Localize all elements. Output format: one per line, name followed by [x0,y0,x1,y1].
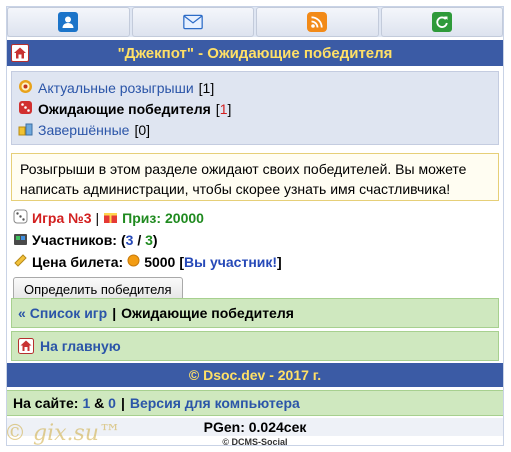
copyright-bar: © Dsoc.dev - 2017 г. [7,363,503,387]
prize-value: 20000 [165,210,204,226]
page-frame: "Джекпот" - Ожидающие победителя Актуаль… [6,6,504,447]
home-link[interactable]: На главную [40,338,121,354]
back-arrow-icon: « [18,305,26,321]
menu-item-label[interactable]: Актуальные розыгрыши [38,80,194,96]
engine-copyright: © DCMS-Social [222,436,288,447]
gift-icon [103,209,118,227]
coin-icon [127,254,140,270]
menu-item-label[interactable]: Завершённые [38,122,129,138]
prize-label: Приз: [122,210,161,226]
breadcrumb-current: Ожидающие победителя [121,305,294,321]
menu-item-count: [1] [198,79,215,96]
participants-icon [13,231,28,249]
participants-count: (3 / 3) [120,232,158,248]
home-icon [18,338,34,354]
participant-status: [Вы участник!] [179,254,282,270]
game-number: Игра №3 [32,210,92,226]
participants-row: Участников: (3 / 3) [13,229,499,251]
ticket-icon [13,253,28,271]
game-header-row: Игра №3 | Приз: 20000 [13,207,499,229]
coins-icon [18,121,33,139]
separator: | [120,395,125,411]
refresh-button[interactable] [380,7,503,37]
online-counts: 1 & 0 [82,395,116,411]
rss-icon [307,12,328,32]
info-notice: Розыгрыши в этом разделе ожидают своих п… [11,153,499,201]
breadcrumb-games-link[interactable]: Список игр [30,305,107,321]
home-link-row[interactable]: На главную [11,331,499,361]
refresh-icon [431,12,452,32]
game-dice-icon [13,209,28,227]
separator: | [112,305,117,321]
online-users-link[interactable]: 1 [82,395,90,411]
ticket-price-value: 5000 [144,254,176,270]
page-title-bar: "Джекпот" - Ожидающие победителя [7,40,503,66]
dice-icon [18,100,33,118]
page-title: "Джекпот" - Ожидающие победителя [117,44,393,62]
target-icon [18,79,33,97]
menu-item-finished[interactable]: Завершённые [0] [18,119,492,140]
home-icon[interactable] [11,44,29,62]
page-generation-time: PGen: 0.024сек [7,418,503,436]
menu-item-label: Ожидающие победителя [38,100,211,117]
jackpot-menu: Актуальные розыгрыши [1] Ожидающие побед… [11,71,499,145]
online-guests-link[interactable]: 0 [108,395,116,411]
menu-item-awaiting-winner[interactable]: Ожидающие победителя [1] [18,98,492,119]
game-card: Игра №3 | Приз: 20000 Участников: (3 / 3… [13,207,499,301]
mail-button[interactable] [131,7,254,37]
separator: | [95,210,100,226]
breadcrumb: « Список игр | Ожидающие победителя [11,298,499,328]
rss-button[interactable] [256,7,379,37]
profile-button[interactable] [7,7,130,37]
ticket-row: Цена билета: 5000 [Вы участник!] [13,251,499,273]
menu-item-active-draws[interactable]: Актуальные розыгрыши [1] [18,77,492,98]
mail-icon [182,12,203,32]
top-nav-bar [7,7,503,37]
online-row: На сайте: 1 & 0 | Версия для компьютера [7,390,503,416]
user-icon [58,12,79,32]
menu-item-count: [1] [215,100,232,117]
menu-item-count: [0] [134,121,151,138]
online-label: На сайте: [13,395,79,411]
ticket-price-label: Цена билета: [32,254,124,270]
desktop-version-link[interactable]: Версия для компьютера [130,395,300,411]
participants-label: Участников: [32,232,117,248]
